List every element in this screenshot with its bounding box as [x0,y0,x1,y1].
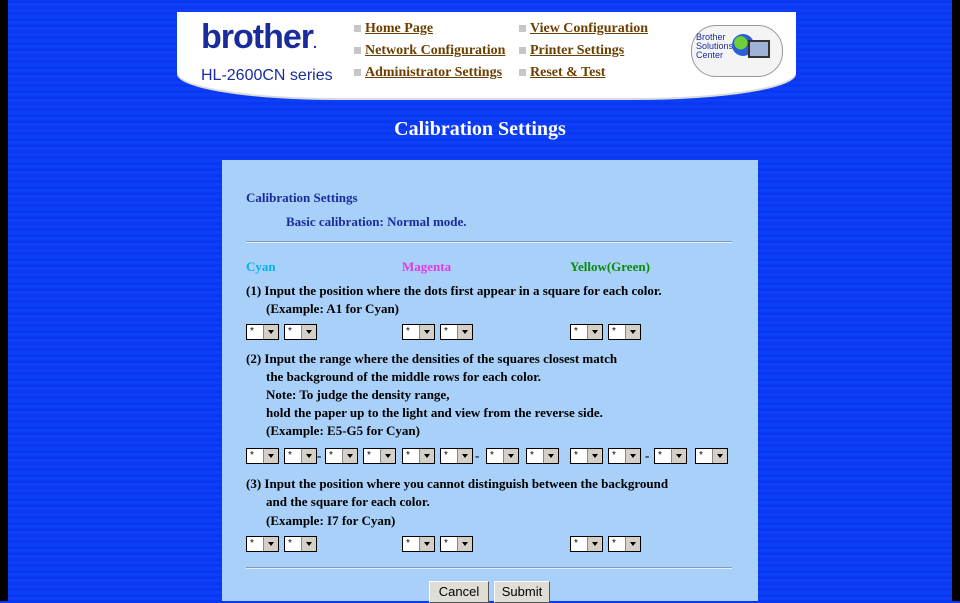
cyan-position-row-select[interactable]: * [284,324,317,340]
chevron-down-icon [263,449,278,463]
bullet-icon [354,47,361,55]
cyan-indistinguishable-column-select[interactable]: * [246,536,279,552]
step2-text-line2: the background of the middle rows for ea… [266,369,542,384]
brother-logo: brother. [201,18,317,56]
chevron-down-icon [419,325,434,339]
right-border [952,0,960,601]
step3-example: (Example: I7 for Cyan) [266,513,396,528]
nav-network-configuration[interactable]: Network Configuration [365,43,505,58]
bullet-icon [354,69,361,77]
nav-column-left: Home Page Network Configuration Administ… [354,18,505,84]
magenta-indistinguishable-column-select[interactable]: * [402,536,435,552]
chevron-down-icon [419,537,434,551]
nav-view-configuration[interactable]: View Configuration [530,21,648,36]
nav-home-page[interactable]: Home Page [365,21,433,36]
chevron-down-icon [503,449,518,463]
chevron-down-icon [671,449,686,463]
cyan-range-end-column-select[interactable]: * [325,448,358,464]
submit-button[interactable]: Submit [494,581,550,603]
chevron-down-icon [301,449,316,463]
magenta-range-start-row-select[interactable]: * [440,448,473,464]
chevron-down-icon [380,449,395,463]
cyan-range-start-column-select[interactable]: * [246,448,279,464]
yellow-range-end-row-select[interactable]: * [695,448,728,464]
chevron-down-icon [587,449,602,463]
cyan-position-column-select[interactable]: * [246,324,279,340]
chevron-down-icon [301,325,316,339]
step2-text-line1: (2) Input the range where the densities … [246,351,618,366]
label-magenta: Magenta [402,259,452,274]
computer-icon [748,40,770,58]
range-separator: - [317,448,322,463]
step2-note-line2: hold the paper up to the light and view … [266,405,603,420]
chevron-down-icon [625,449,640,463]
nav-column-right: View Configuration Printer Settings Rese… [519,18,648,84]
yellow-range-end-column-select[interactable]: * [654,448,687,464]
nav-printer-settings[interactable]: Printer Settings [530,43,624,58]
magenta-indistinguishable-row-select[interactable]: * [440,536,473,552]
chevron-down-icon [263,537,278,551]
solutions-center-link[interactable]: Brother Solutions Center [691,25,783,77]
magenta-position-row-select[interactable]: * [440,324,473,340]
yellow-position-row-select[interactable]: * [608,324,641,340]
panel-heading: Calibration Settings [246,190,358,205]
nav-reset-test[interactable]: Reset & Test [530,65,605,80]
magenta-position-column-select[interactable]: * [402,324,435,340]
magenta-range-start-column-select[interactable]: * [402,448,435,464]
label-yellow: Yellow(Green) [570,259,650,274]
yellow-indistinguishable-column-select[interactable]: * [570,536,603,552]
label-cyan: Cyan [246,259,276,274]
bullet-icon [354,25,361,33]
step3-text-line2: and the square for each color. [266,494,430,509]
yellow-range-start-row-select[interactable]: * [608,448,641,464]
chevron-down-icon [419,449,434,463]
nav-administrator-settings[interactable]: Administrator Settings [365,65,502,80]
step2-note-line1: Note: To judge the density range, [266,387,450,402]
divider [246,567,732,569]
chevron-down-icon [712,449,727,463]
step3-text-line1: (3) Input the position where you cannot … [246,476,669,491]
bullet-icon [519,47,526,55]
left-border [0,0,8,601]
yellow-position-column-select[interactable]: * [570,324,603,340]
range-separator: - [645,448,650,463]
yellow-indistinguishable-row-select[interactable]: * [608,536,641,552]
cyan-indistinguishable-row-select[interactable]: * [284,536,317,552]
chevron-down-icon [263,325,278,339]
bullet-icon [519,25,526,33]
cyan-range-start-row-select[interactable]: * [284,448,317,464]
series-label: HL-2600CN series [201,67,333,84]
cancel-button[interactable]: Cancel [429,581,489,603]
yellow-range-start-column-select[interactable]: * [570,448,603,464]
magenta-range-end-row-select[interactable]: * [526,448,559,464]
step1-text: (1) Input the position where the dots fi… [246,283,662,298]
chevron-down-icon [457,537,472,551]
chevron-down-icon [342,449,357,463]
bullet-icon [519,69,526,77]
range-separator: - [475,448,480,463]
step1-example: (Example: A1 for Cyan) [266,301,400,316]
chevron-down-icon [457,449,472,463]
chevron-down-icon [543,449,558,463]
magenta-range-end-column-select[interactable]: * [486,448,519,464]
chevron-down-icon [301,537,316,551]
page-title: Calibration Settings [394,118,566,140]
chevron-down-icon [587,325,602,339]
solutions-center-label: Brother Solutions Center [696,32,734,60]
cyan-range-end-row-select[interactable]: * [363,448,396,464]
divider [246,241,732,243]
chevron-down-icon [625,325,640,339]
chevron-down-icon [587,537,602,551]
step2-example: (Example: E5-G5 for Cyan) [266,423,420,438]
chevron-down-icon [457,325,472,339]
panel-subheading: Basic calibration: Normal mode. [286,214,467,229]
chevron-down-icon [625,537,640,551]
